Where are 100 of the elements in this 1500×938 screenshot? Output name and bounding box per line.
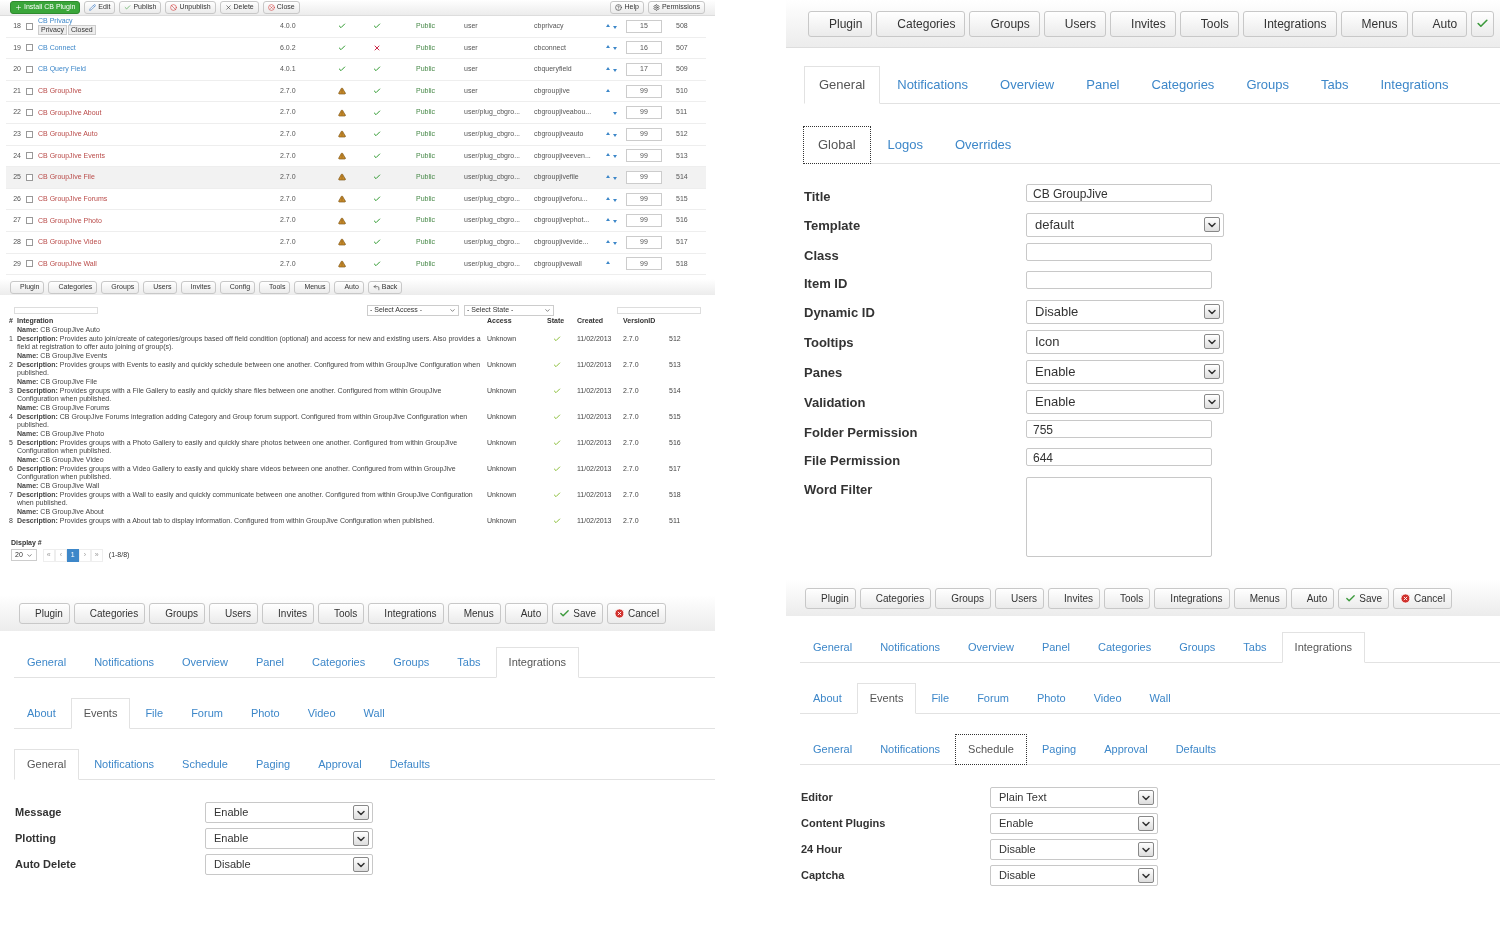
tab[interactable]: Video xyxy=(294,698,349,729)
tab[interactable]: File xyxy=(132,698,177,729)
toolbar-button[interactable]: Categories xyxy=(876,10,966,37)
tab[interactable]: Integrations xyxy=(1281,632,1366,663)
tab[interactable]: Integrations xyxy=(1365,66,1464,104)
move-up-icon[interactable] xyxy=(606,67,610,70)
tab[interactable]: Categories xyxy=(1085,632,1165,663)
search-field[interactable] xyxy=(617,306,701,314)
move-down-icon[interactable] xyxy=(613,47,617,51)
tab[interactable]: Photo xyxy=(1023,683,1079,714)
move-up-icon[interactable] xyxy=(606,174,610,178)
tab[interactable]: Categories xyxy=(1136,66,1230,104)
select-field[interactable]: Enable xyxy=(1026,389,1224,414)
published-icon[interactable] xyxy=(373,259,381,268)
published-icon[interactable] xyxy=(373,65,381,74)
select-field[interactable]: Disable xyxy=(205,854,373,875)
text-field[interactable]: 644 xyxy=(1026,448,1212,466)
state-check-icon[interactable] xyxy=(553,516,561,525)
checkbox[interactable] xyxy=(26,130,33,138)
cancel-button[interactable]: Cancel xyxy=(607,602,667,624)
tab[interactable]: Defaults xyxy=(376,749,443,780)
move-down-icon[interactable] xyxy=(613,241,617,245)
move-up-icon[interactable] xyxy=(606,218,610,222)
published-icon[interactable] xyxy=(373,22,381,31)
save-button[interactable]: Save xyxy=(552,602,603,624)
toolbar-button[interactable]: Groups xyxy=(969,10,1040,37)
tab[interactable]: Notifications xyxy=(867,632,954,663)
checkbox[interactable] xyxy=(26,173,33,181)
toolbar-button[interactable]: Auto xyxy=(1290,587,1335,609)
tab[interactable]: Categories xyxy=(299,647,379,678)
move-up-icon[interactable] xyxy=(606,45,610,49)
state-check-icon[interactable] xyxy=(553,412,561,421)
select-field[interactable]: Enable xyxy=(990,813,1158,834)
checkbox[interactable] xyxy=(26,87,33,95)
move-down-icon[interactable] xyxy=(613,155,617,159)
toolbar-button[interactable]: Integrations xyxy=(368,602,444,624)
state-check-icon[interactable] xyxy=(553,386,561,395)
toolbar-button[interactable]: Integrations xyxy=(1154,587,1230,609)
tab[interactable]: Forum xyxy=(964,683,1022,714)
tab[interactable]: General xyxy=(14,647,80,678)
tab[interactable]: Overrides xyxy=(940,126,1027,164)
move-up-icon[interactable] xyxy=(606,153,610,157)
toolbar-button[interactable]: Auto xyxy=(1411,10,1468,37)
tab[interactable]: Schedule xyxy=(169,749,241,780)
tab[interactable]: About xyxy=(14,698,69,729)
tab[interactable]: Notifications xyxy=(81,647,168,678)
select-field[interactable]: Enable xyxy=(205,802,373,823)
tab[interactable]: Paging xyxy=(242,749,304,780)
toolbar-button[interactable]: Integrations xyxy=(1242,10,1337,37)
tab[interactable]: File xyxy=(918,683,963,714)
published-icon[interactable] xyxy=(373,195,381,204)
published-icon[interactable] xyxy=(373,216,381,225)
save-button[interactable] xyxy=(1471,10,1495,37)
toolbar-button[interactable]: Users xyxy=(994,587,1045,609)
toolbar-button[interactable]: Auto xyxy=(504,602,549,624)
move-up-icon[interactable] xyxy=(606,88,610,92)
toolbar-button[interactable]: Users xyxy=(1043,10,1107,37)
tab[interactable]: Events xyxy=(856,683,917,714)
select-field[interactable]: Disable xyxy=(990,865,1158,886)
tab[interactable]: Tabs xyxy=(1306,66,1364,104)
text-field[interactable] xyxy=(1026,271,1212,289)
move-down-icon[interactable] xyxy=(613,133,617,137)
tab[interactable]: Panel xyxy=(1028,632,1084,663)
move-up-icon[interactable] xyxy=(606,23,610,27)
tab[interactable]: Logos xyxy=(872,126,938,164)
tab[interactable]: Panel xyxy=(1071,66,1135,104)
checkbox[interactable] xyxy=(26,44,33,52)
toolbar-button[interactable]: Groups xyxy=(935,587,991,609)
published-icon[interactable] xyxy=(373,87,381,96)
tab[interactable]: Groups xyxy=(1166,632,1229,663)
move-up-icon[interactable] xyxy=(606,196,610,200)
checkbox[interactable] xyxy=(26,217,33,225)
tab[interactable]: General xyxy=(800,632,866,663)
toolbar-button[interactable]: Plugin xyxy=(808,10,873,37)
state-check-icon[interactable] xyxy=(553,438,561,447)
move-down-icon[interactable] xyxy=(613,176,617,180)
state-check-icon[interactable] xyxy=(553,464,561,473)
tab[interactable]: Video xyxy=(1080,683,1135,714)
text-field[interactable]: CB GroupJive xyxy=(1026,184,1212,202)
toolbar-button[interactable]: Tools xyxy=(318,602,365,624)
move-down-icon[interactable] xyxy=(613,198,617,202)
tab[interactable]: Overview xyxy=(955,632,1027,663)
published-icon[interactable] xyxy=(373,108,381,117)
tab[interactable]: Overview xyxy=(985,66,1070,104)
move-up-icon[interactable] xyxy=(606,239,610,243)
published-icon[interactable] xyxy=(373,151,381,160)
tab[interactable]: General xyxy=(804,66,881,104)
toolbar-button[interactable]: Menus xyxy=(1340,10,1408,37)
checkbox[interactable] xyxy=(26,260,33,268)
toolbar-button[interactable]: Categories xyxy=(73,602,146,624)
tab[interactable]: Photo xyxy=(237,698,293,729)
tab[interactable]: Approval xyxy=(1091,734,1161,765)
tab[interactable]: Events xyxy=(70,698,131,729)
toolbar-button[interactable]: Groups xyxy=(149,602,205,624)
tab[interactable]: Notifications xyxy=(81,749,168,780)
checkbox[interactable] xyxy=(26,66,33,73)
tab[interactable]: General xyxy=(800,734,866,765)
select-field[interactable]: Disable xyxy=(990,839,1158,860)
tab[interactable]: About xyxy=(800,683,855,714)
toolbar-button[interactable]: Tools xyxy=(1104,587,1151,609)
